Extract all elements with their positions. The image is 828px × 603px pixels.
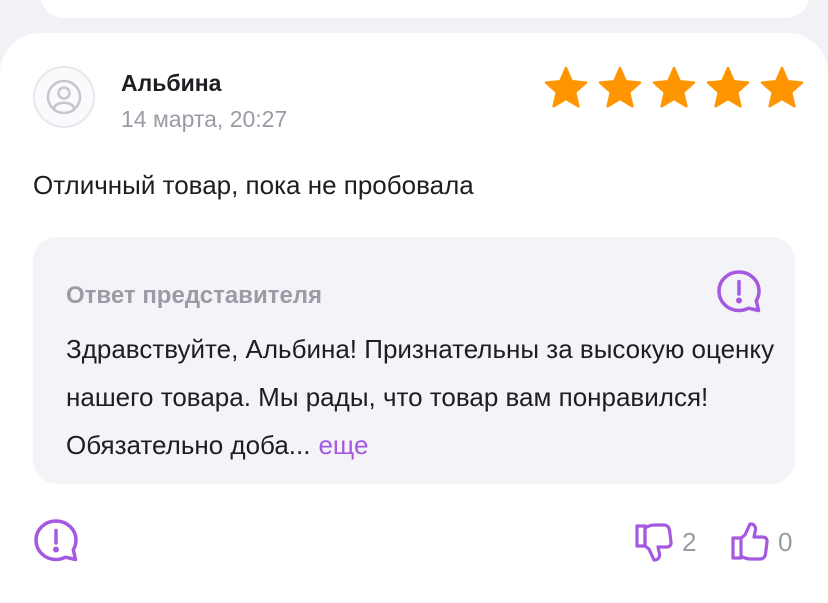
star-icon <box>760 66 804 108</box>
star-rating <box>541 66 807 112</box>
star-icon <box>706 66 750 108</box>
thumbs-down-icon <box>635 523 673 562</box>
like-button[interactable]: 0 <box>728 520 792 564</box>
user-icon <box>46 79 82 115</box>
review-date: 14 марта, 20:27 <box>121 106 288 132</box>
like-count: 0 <box>778 526 793 557</box>
avatar <box>33 66 95 128</box>
dislike-count: 2 <box>682 526 697 557</box>
dislike-button[interactable]: 2 <box>632 520 696 564</box>
star-icon <box>652 66 696 108</box>
reply-body: Здравствуйте, Альбина! Признательны за в… <box>66 334 775 460</box>
thumbs-up-icon <box>731 522 769 561</box>
seller-reply: Ответ представителя Здравствуйте, Альбин… <box>33 237 795 484</box>
report-icon[interactable] <box>33 518 79 564</box>
reply-title: Ответ представителя <box>66 282 323 309</box>
review-text: Отличный товар, пока не пробовала <box>33 170 474 200</box>
more-link[interactable]: еще <box>318 430 368 460</box>
author-name: Альбина <box>121 70 222 96</box>
previous-card <box>40 0 810 18</box>
star-icon <box>598 66 642 108</box>
star-icon <box>544 66 588 108</box>
reply-text: Здравствуйте, Альбина! Признательны за в… <box>66 325 776 469</box>
report-icon[interactable] <box>716 269 762 315</box>
